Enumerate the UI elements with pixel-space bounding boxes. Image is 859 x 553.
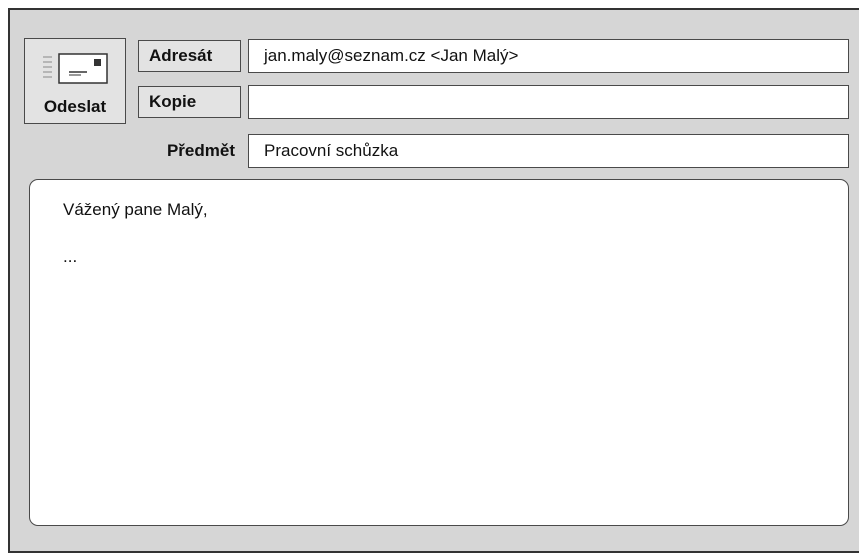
message-ellipsis: ... xyxy=(63,247,78,266)
to-label: Adresát xyxy=(138,40,241,72)
subject-label: Předmět xyxy=(166,141,235,160)
send-button-label: Odeslat xyxy=(43,97,107,116)
compose-window: Odeslat Adresát jan.maly@seznam.cz <Jan … xyxy=(8,8,859,553)
cc-field[interactable] xyxy=(248,85,849,119)
cc-label: Kopie xyxy=(138,86,241,118)
envelope-icon xyxy=(43,53,108,84)
subject-field[interactable]: Pracovní schůzka xyxy=(248,134,849,168)
send-button[interactable]: Odeslat xyxy=(24,38,126,124)
message-greeting: Vážený pane Malý, xyxy=(63,200,208,219)
to-field[interactable]: jan.maly@seznam.cz <Jan Malý> xyxy=(248,39,849,73)
message-body[interactable]: Vážený pane Malý, ... xyxy=(29,179,849,526)
